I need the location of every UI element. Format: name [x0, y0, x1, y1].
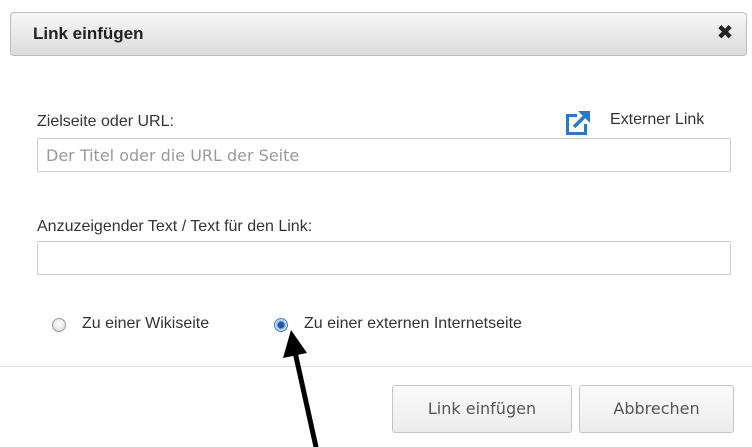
cancel-button[interactable]: Abbrechen — [579, 385, 734, 433]
link-text-label: Anzuzeigender Text / Text für den Link: — [37, 218, 313, 235]
target-label: Zielseite oder URL: — [37, 113, 174, 130]
dialog-titlebar: Link einfügen ✖ — [10, 12, 747, 56]
close-icon[interactable]: ✖ — [714, 21, 736, 45]
insert-link-dialog: Link einfügen ✖ Zielseite oder URL: Exte… — [0, 0, 752, 447]
insert-link-button[interactable]: Link einfügen — [392, 385, 572, 433]
dialog-title: Link einfügen — [33, 24, 144, 43]
radio-external-page-label[interactable]: Zu einer externen Internetseite — [304, 315, 522, 333]
link-text-input[interactable] — [37, 241, 731, 275]
external-link-icon — [566, 110, 591, 135]
external-link-label: Externer Link — [610, 111, 705, 128]
radio-wiki-page[interactable] — [52, 318, 66, 332]
footer-divider — [0, 366, 752, 367]
radio-wiki-page-label[interactable]: Zu einer Wikiseite — [82, 315, 209, 333]
target-input[interactable] — [37, 138, 731, 172]
radio-external-page[interactable] — [274, 318, 288, 332]
